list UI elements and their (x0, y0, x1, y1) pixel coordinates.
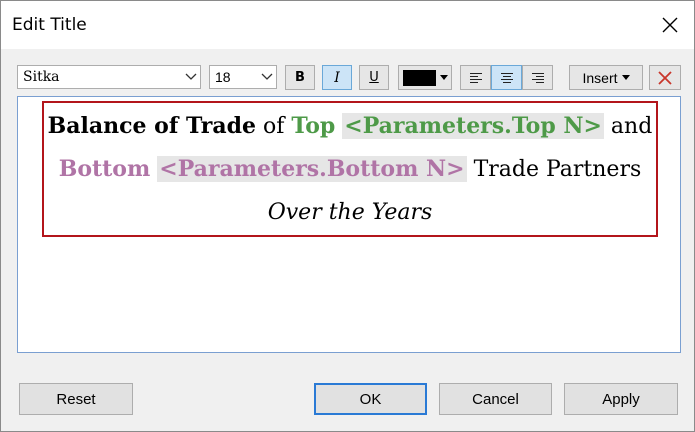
title-editor[interactable]: Balance of Trade of Top <Parameters.Top … (17, 96, 681, 353)
caret-down-icon (621, 75, 630, 80)
param-bottom-n: <Parameters.Bottom N> (157, 156, 467, 182)
text-color-button[interactable] (398, 65, 452, 90)
title-bar: Edit Title (1, 1, 694, 49)
font-family-value: Sitka (23, 69, 60, 85)
reset-button[interactable]: Reset (19, 383, 133, 415)
dialog-title: Edit Title (12, 15, 87, 35)
align-right-icon (531, 72, 544, 83)
edit-title-dialog: Edit Title Sitka 18 B I U Insert Balance… (0, 0, 695, 432)
title-text-of: of (255, 114, 292, 139)
title-text-bottom: Bottom (58, 156, 151, 182)
insert-label: Insert (582, 69, 618, 86)
color-swatch (403, 69, 436, 86)
bold-button[interactable]: B (285, 65, 315, 90)
cancel-button[interactable]: Cancel (439, 383, 552, 415)
title-text-over-years: Over the Years (267, 200, 433, 225)
title-line-3: Over the Years (44, 200, 656, 225)
title-text-trade-partners: Trade Partners (466, 157, 642, 182)
align-center-icon (500, 72, 513, 83)
title-line-1: Balance of Trade of Top <Parameters.Top … (44, 113, 656, 139)
title-text-top: Top (291, 113, 336, 139)
text-selection-frame: Balance of Trade of Top <Parameters.Top … (42, 101, 658, 237)
param-top-n: <Parameters.Top N> (342, 113, 604, 139)
close-icon (662, 17, 678, 33)
apply-button[interactable]: Apply (564, 383, 678, 415)
italic-button[interactable]: I (322, 65, 352, 90)
align-right-button[interactable] (522, 65, 553, 90)
caret-down-icon (440, 75, 448, 80)
title-text-and: and (603, 114, 653, 139)
chevron-down-icon (182, 73, 200, 81)
font-size-value: 18 (215, 69, 231, 85)
close-button[interactable] (654, 9, 686, 41)
font-size-select[interactable]: 18 (209, 65, 277, 89)
underline-button[interactable]: U (359, 65, 389, 90)
title-line-2: Bottom <Parameters.Bottom N> Trade Partn… (44, 156, 656, 182)
align-left-icon (469, 72, 482, 83)
format-toolbar: Sitka 18 B I U Insert (17, 64, 681, 92)
align-left-button[interactable] (460, 65, 491, 90)
title-text-balance: Balance of Trade (47, 113, 256, 139)
align-center-button[interactable] (491, 65, 522, 90)
clear-formatting-button[interactable] (649, 65, 681, 90)
chevron-down-icon (258, 73, 276, 81)
font-family-select[interactable]: Sitka (17, 65, 201, 89)
clear-x-icon (658, 70, 672, 85)
insert-button[interactable]: Insert (569, 65, 643, 90)
ok-button[interactable]: OK (314, 383, 427, 415)
